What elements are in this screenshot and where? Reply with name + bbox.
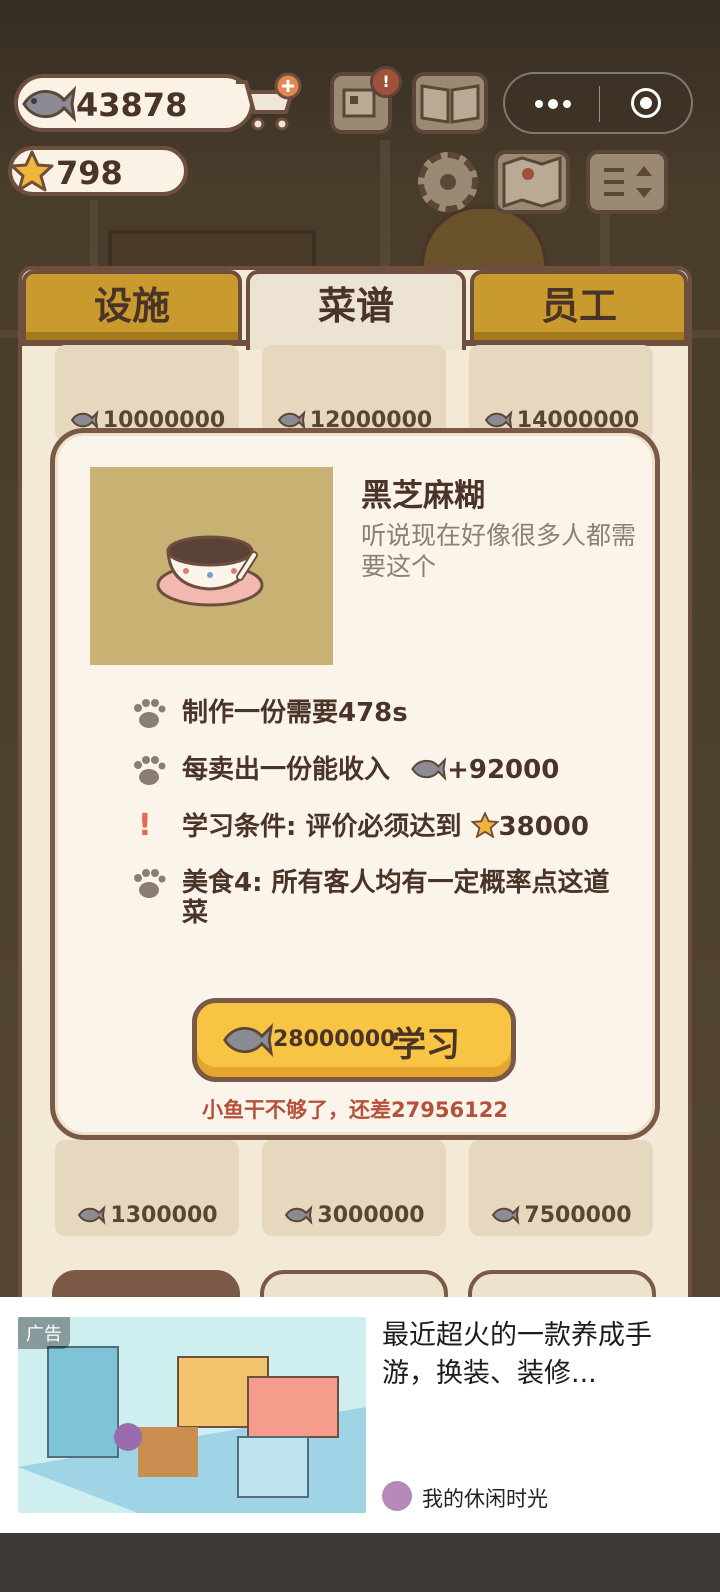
recipe-book-button[interactable] — [412, 72, 488, 134]
close-program-icon[interactable] — [631, 88, 661, 118]
fish-currency-display: 43878 — [14, 74, 254, 132]
recipe-card[interactable]: 7500000 — [469, 1140, 653, 1236]
recipe-price: 1300000 — [110, 1203, 218, 1228]
sesame-paste-bowl-icon — [156, 535, 264, 607]
map-icon — [502, 155, 562, 209]
paw-icon — [134, 869, 166, 898]
tab-staff[interactable]: 员工 — [470, 270, 688, 344]
make-time-text: 制作一份需要478s — [182, 698, 408, 728]
learn-label: 学习 — [392, 1025, 460, 1065]
dish-image — [90, 467, 333, 665]
recipe-price: 3000000 — [317, 1203, 425, 1228]
tab-recipes[interactable]: 菜谱 — [246, 270, 466, 350]
fish-count: 43878 — [76, 86, 188, 124]
sort-settings-button[interactable] — [586, 150, 668, 214]
book-icon — [420, 84, 480, 124]
income-value: +92000 — [447, 755, 560, 785]
more-options-icon[interactable] — [535, 99, 571, 109]
star-count: 798 — [56, 154, 123, 192]
fish-icon — [285, 1205, 313, 1225]
settings-gear-icon[interactable] — [418, 152, 478, 212]
income-label: 每卖出一份能收入 — [182, 755, 391, 785]
special-effect-text: 美食4: 所有客人均有一定概率点这道菜 — [182, 868, 610, 928]
condition-value: 38000 — [498, 812, 589, 842]
ad-source-avatar — [382, 1481, 412, 1511]
recipe-card[interactable]: 1300000 — [55, 1140, 239, 1236]
paw-icon — [134, 699, 166, 728]
ad-source-name: 我的休闲时光 — [422, 1487, 548, 1511]
ad-image[interactable]: 广告 — [18, 1317, 366, 1513]
fish-icon — [411, 757, 447, 781]
learn-cost: 28000000 — [273, 1027, 396, 1052]
ad-banner[interactable]: 广告 最近超火的一款养成手游，换装、装修... 我的休闲时光 — [0, 1297, 720, 1533]
bottom-bar — [0, 1533, 720, 1592]
star-rating-display: 798 — [8, 146, 188, 196]
fish-icon — [78, 1205, 106, 1225]
dish-name: 黑芝麻糊 — [361, 478, 485, 514]
condition-label: 学习条件: 评价必须达到 — [182, 812, 462, 842]
recipe-card[interactable]: 10000000 — [55, 345, 239, 441]
fish-icon — [484, 410, 513, 430]
dish-description: 听说现在好像很多人都需要这个 — [361, 521, 637, 581]
ad-game-illustration — [18, 1317, 366, 1513]
fish-icon — [277, 410, 306, 430]
recipe-price: 7500000 — [524, 1203, 632, 1228]
recipe-card[interactable]: 12000000 — [262, 345, 446, 441]
map-button[interactable] — [494, 150, 570, 214]
ad-title[interactable]: 最近超火的一款养成手游，换装、装修... — [382, 1317, 702, 1393]
shortage-warning: 小鱼干不够了，还差27956122 — [202, 1098, 508, 1122]
fish-icon — [492, 1205, 520, 1225]
recipe-card[interactable]: 3000000 — [262, 1140, 446, 1236]
recipe-card[interactable]: 14000000 — [469, 345, 653, 441]
ad-label: 广告 — [18, 1317, 70, 1349]
notification-badge-icon: ! — [370, 66, 402, 98]
fish-icon — [22, 85, 76, 123]
tab-facilities[interactable]: 设施 — [22, 270, 242, 344]
fish-icon — [70, 410, 99, 430]
learn-recipe-button[interactable]: 28000000 学习 — [192, 998, 516, 1082]
paw-icon — [134, 756, 166, 785]
mini-program-capsule — [503, 72, 693, 134]
star-icon — [469, 811, 500, 839]
star-icon — [10, 150, 54, 192]
exclamation-icon: ! — [138, 808, 152, 843]
shop-cart-icon[interactable] — [232, 72, 302, 134]
fish-icon — [223, 1023, 273, 1057]
sort-icon — [604, 166, 652, 198]
